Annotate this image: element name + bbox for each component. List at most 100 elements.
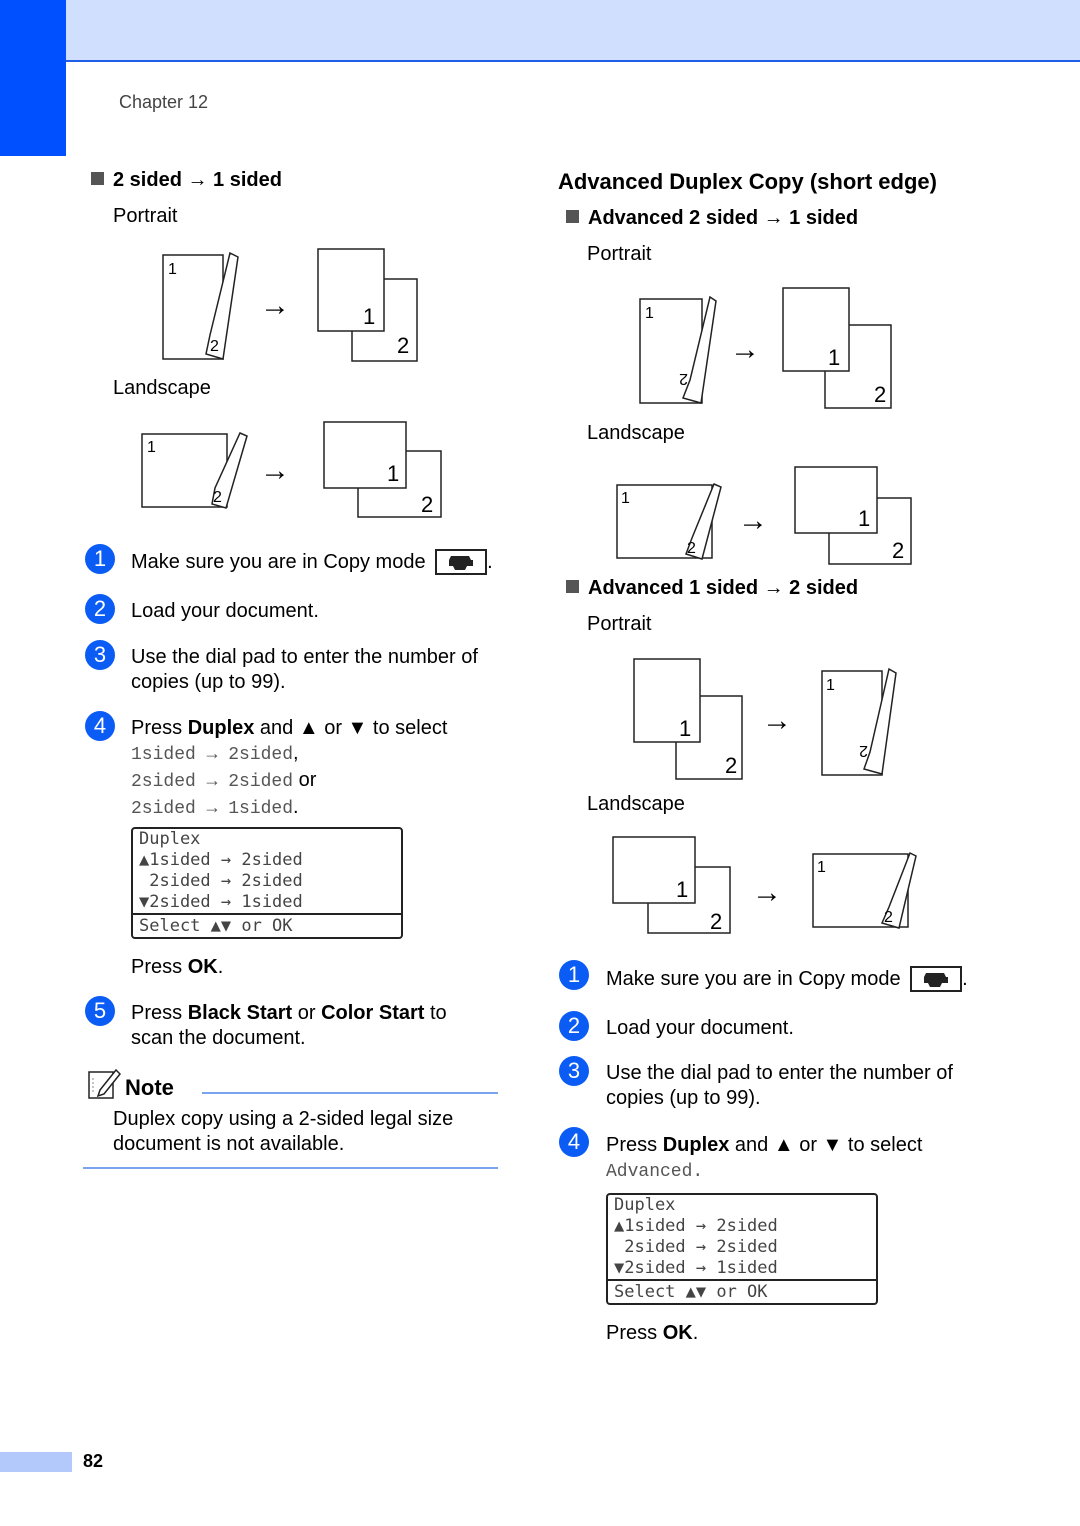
page-number-2: 2	[892, 538, 904, 563]
note-pencil-icon	[88, 1068, 122, 1099]
lcd-title: Duplex	[614, 1195, 676, 1215]
key-name: Color Start	[321, 1002, 425, 1024]
step-2-text: Load your document.	[606, 1017, 794, 1039]
portrait-label: Portrait	[113, 205, 178, 227]
section-adv-1to2-heading: Advanced 1 sided → 2 sided	[566, 577, 858, 600]
diagram-adv-portrait-2to1: 1 2 → 1 2	[639, 287, 892, 409]
page-number-2: 2	[874, 382, 886, 407]
key-name: OK	[187, 956, 218, 978]
step-5-badge: 5	[85, 996, 115, 1026]
step-4-text: Press Duplex and ▲ or ▼ to select Advanc…	[606, 1133, 922, 1185]
step-text: Make sure you are in Copy mode	[606, 968, 901, 990]
page-number-stripe	[0, 1452, 72, 1472]
bullet-square-icon	[566, 210, 579, 223]
diagram-landscape-2to1: 1 2 → 1 2	[141, 421, 442, 518]
copy-icon	[924, 973, 949, 987]
note-title: Note	[125, 1075, 174, 1100]
chapter-label: Chapter 12	[119, 92, 209, 112]
lcd-option: ▲1sided → 2sided	[614, 1216, 778, 1236]
header-band	[66, 0, 1080, 62]
text: Press	[131, 1002, 188, 1024]
portrait-label: Portrait	[587, 243, 652, 265]
step-1-badge: 1	[85, 544, 115, 574]
step-line: copies (up to 99).	[131, 671, 286, 693]
page-number-1: 1	[826, 677, 835, 694]
option-text: Advanced	[606, 1162, 693, 1182]
option-text: 2sided → 2sided	[131, 772, 294, 792]
text: Press	[131, 956, 188, 978]
punct: .	[962, 968, 968, 990]
step-1-badge: 1	[559, 960, 589, 990]
lcd-footer: Select ▲▼ or OK	[133, 913, 401, 937]
diagram-adv-portrait-1to2: 1 2 → 1 2	[633, 658, 897, 780]
step-4-badge: 4	[85, 711, 115, 741]
section-title: Advanced 2 sided → 1 sided	[588, 207, 859, 229]
punct: .	[487, 551, 493, 573]
lcd-option: ▼2sided → 1sided	[614, 1258, 778, 1278]
landscape-label: Landscape	[113, 377, 211, 399]
lcd-display: Duplex ▲1sided → 2sided 2sided → 2sided …	[606, 1193, 878, 1305]
key-name: OK	[662, 1322, 693, 1344]
page-number-2: 2	[213, 489, 222, 506]
step-1-text: Make sure you are in Copy mode .	[606, 966, 968, 992]
page-number-2: 2	[397, 333, 409, 358]
bullet-square-icon	[566, 580, 579, 593]
page-number-2: 2	[859, 742, 868, 759]
copy-mode-key[interactable]	[435, 549, 488, 575]
option-text: 1sided → 2sided	[131, 745, 294, 765]
note-body: Duplex copy using a 2-sided legal size d…	[113, 1107, 453, 1157]
section-2to1-heading: 2 sided → 1 sided	[91, 169, 282, 192]
page-number-2: 2	[710, 909, 722, 934]
text: or	[293, 769, 317, 791]
note-line-text: document is not available.	[113, 1133, 345, 1155]
step-5-text: Press Black Start or Color Start to scan…	[131, 1001, 447, 1051]
lcd-option: ▼2sided → 1sided	[139, 892, 303, 912]
copy-mode-key[interactable]	[910, 966, 963, 992]
step-line: Use the dial pad to enter the number of	[606, 1062, 953, 1084]
step-line: scan the document.	[131, 1027, 306, 1049]
page-number-1: 1	[676, 877, 688, 902]
arrow-icon: →	[260, 289, 290, 322]
portrait-label: Portrait	[587, 613, 652, 635]
section-title: Advanced 1 sided → 2 sided	[588, 577, 859, 599]
note-divider-bottom	[83, 1167, 498, 1169]
duplex-sheet-icon: 1 2	[821, 667, 897, 776]
section-adv-2to1-heading: Advanced 2 sided → 1 sided	[566, 207, 858, 230]
note-line-text: Duplex copy using a 2-sided legal size	[113, 1108, 454, 1130]
step-2-text: Load your document.	[131, 600, 319, 622]
page-number-1: 1	[621, 490, 630, 507]
two-sheets-icon: 1 2	[323, 421, 442, 518]
page-number-1: 1	[168, 261, 177, 278]
text: or	[292, 1002, 322, 1024]
text: Press	[606, 1322, 663, 1344]
press-ok-text: Press OK.	[131, 955, 223, 980]
step-4-text: Press Duplex and ▲ or ▼ to select 1sided…	[131, 716, 447, 822]
text: ,	[293, 742, 299, 764]
two-sheets-icon: 1 2	[782, 287, 892, 409]
step-3-text: Use the dial pad to enter the number of …	[131, 645, 478, 695]
page-number-2: 2	[687, 540, 696, 557]
page-number-2: 2	[210, 338, 219, 355]
lcd-option: 2sided → 2sided	[614, 1237, 778, 1257]
page-number: 82	[83, 1451, 104, 1471]
lcd-option: ▲1sided → 2sided	[139, 850, 303, 870]
key-name: Black Start	[187, 1002, 293, 1024]
step-2-badge: 2	[559, 1011, 589, 1041]
step-3-text: Use the dial pad to enter the number of …	[606, 1061, 953, 1111]
arrow-icon: →	[260, 454, 290, 487]
page-number-2: 2	[884, 909, 893, 926]
text: .	[692, 1162, 704, 1182]
arrow-icon: →	[762, 704, 792, 737]
two-sheets-icon: 1 2	[794, 466, 912, 565]
landscape-label: Landscape	[587, 793, 685, 815]
page-number-1: 1	[828, 345, 840, 370]
note-divider-top	[202, 1092, 498, 1094]
page-number-1: 1	[679, 716, 691, 741]
diagram-adv-landscape-1to2: 1 2 → 1 2	[612, 836, 917, 934]
bullet-square-icon	[91, 172, 104, 185]
two-sheets-icon: 1 2	[612, 836, 731, 934]
page-number-1: 1	[363, 304, 375, 329]
duplex-sheet-icon: 1 2	[812, 851, 917, 929]
lcd-title: Duplex	[139, 829, 201, 849]
duplex-sheet-icon: 1 2	[162, 251, 239, 360]
